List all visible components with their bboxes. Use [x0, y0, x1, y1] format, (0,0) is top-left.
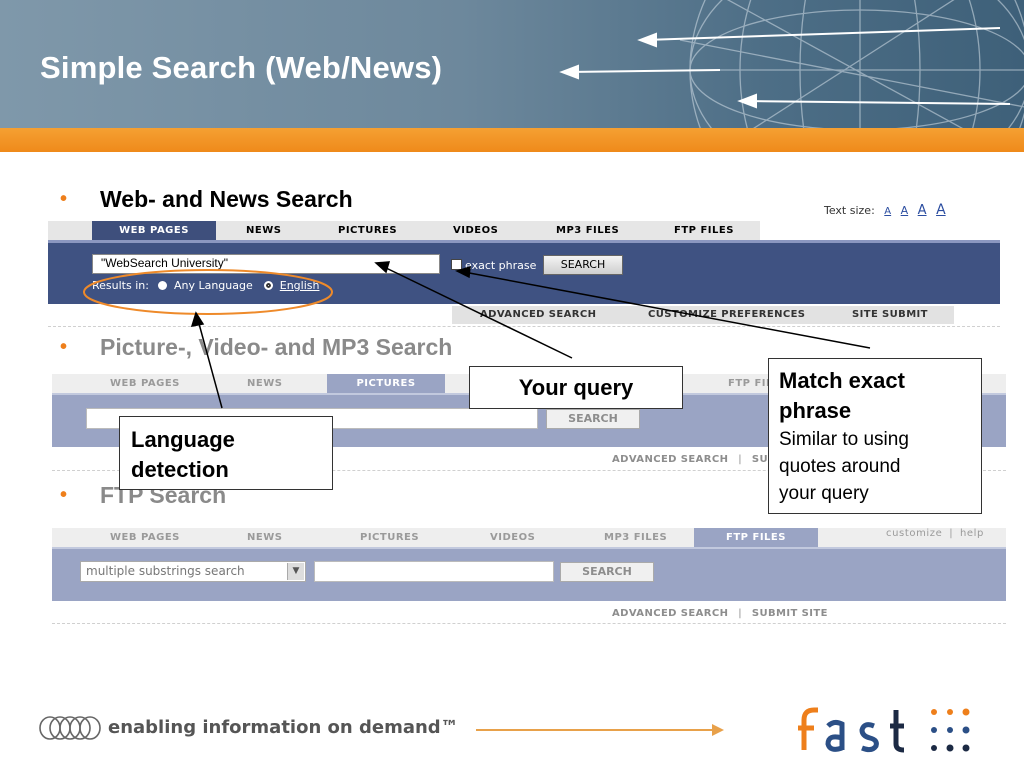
tab-mp3-files[interactable]: MP3 FILES — [604, 528, 667, 547]
callout-language-line1: Language — [131, 427, 235, 452]
panel1-tabs: WEB PAGES NEWS PICTURES VIDEOS MP3 FILES… — [48, 221, 1000, 240]
callout-match-exact-phrase: Match exact phrase Similar to using quot… — [768, 358, 982, 514]
select-value: multiple substrings search — [86, 564, 245, 578]
text-size-xs[interactable]: A — [884, 206, 891, 217]
footer-arrow-line — [476, 729, 716, 731]
search-type-select[interactable]: multiple substrings search ▼ — [80, 561, 306, 582]
panel3-top-links: customize | help — [886, 528, 984, 539]
search-input[interactable] — [314, 561, 554, 582]
panel2-links: ADVANCED SEARCH | SUBM — [612, 454, 786, 465]
bullet-dot: • — [60, 336, 68, 358]
any-language-label[interactable]: Any Language — [174, 279, 253, 292]
callout-your-query: Your query — [469, 366, 683, 409]
link-separator: | — [738, 454, 743, 465]
exact-phrase-label: exact phrase — [465, 259, 537, 272]
text-size-m[interactable]: A — [918, 203, 927, 218]
callout-language-line2: detection — [131, 457, 229, 482]
panel3-links: ADVANCED SEARCH | SUBMIT SITE — [612, 608, 828, 619]
tab-videos[interactable]: VIDEOS — [490, 528, 535, 547]
callout-your-query-text: Your query — [518, 375, 634, 400]
search-button[interactable]: SEARCH — [560, 562, 654, 582]
bullet-text: Picture-, Video- and MP3 Search — [100, 334, 453, 360]
submit-site-link[interactable]: SUBMIT SITE — [752, 608, 828, 619]
search-button[interactable]: SEARCH — [546, 409, 640, 429]
footer-arrow-icon — [712, 724, 724, 736]
tab-pictures[interactable]: PICTURES — [360, 528, 419, 547]
text-size-control: Text size: A A A A — [824, 202, 946, 218]
help-link[interactable]: help — [960, 528, 984, 539]
panel1-links: ADVANCED SEARCH CUSTOMIZE PREFERENCES SI… — [452, 306, 954, 324]
bullet-dot: • — [60, 484, 68, 506]
tab-pictures[interactable]: PICTURES — [338, 221, 397, 240]
callout-match-title2: phrase — [779, 398, 852, 423]
divider — [48, 326, 1000, 327]
english-label[interactable]: English — [280, 279, 320, 292]
exact-phrase-checkbox[interactable] — [451, 259, 462, 270]
bullet-dot: • — [60, 188, 68, 210]
tab-news[interactable]: NEWS — [247, 528, 282, 547]
callout-match-sub2: quotes around — [779, 456, 901, 477]
customize-preferences-link[interactable]: CUSTOMIZE PREFERENCES — [648, 306, 805, 324]
tab-ftp-files[interactable]: FTP FIL — [728, 374, 773, 393]
callout-language-detection: Language detection — [119, 416, 333, 490]
panel3-tabs: WEB PAGES NEWS PICTURES VIDEOS MP3 FILES… — [52, 528, 1006, 547]
search-button[interactable]: SEARCH — [543, 255, 623, 275]
text-size-l[interactable]: A — [936, 202, 946, 218]
site-submit-link[interactable]: SITE SUBMIT — [852, 306, 928, 324]
callout-match-sub1: Similar to using — [779, 429, 909, 450]
chevron-down-icon: ▼ — [287, 563, 304, 580]
advanced-search-link[interactable]: ADVANCED SEARCH — [480, 306, 596, 324]
results-in-label: Results in: — [92, 279, 149, 292]
search-input[interactable]: "WebSearch University" — [92, 254, 440, 274]
fast-logo-icon — [798, 707, 970, 753]
tab-web-pages[interactable]: WEB PAGES — [110, 374, 180, 393]
tab-web-pages[interactable]: WEB PAGES — [110, 528, 180, 547]
radio-english[interactable] — [264, 281, 274, 290]
tab-news[interactable]: NEWS — [247, 374, 282, 393]
tab-pictures[interactable]: PICTURES — [327, 374, 445, 393]
slide-header: Simple Search (Web/News) — [0, 0, 1024, 128]
results-in-row: Results in: Any Language English — [92, 279, 319, 292]
advanced-search-link[interactable]: ADVANCED SEARCH — [612, 608, 728, 619]
customize-link[interactable]: customize — [886, 528, 942, 539]
tab-filler — [760, 221, 1000, 240]
callout-match-title1: Match exact — [779, 368, 905, 393]
panel1-search-area: "WebSearch University" exact phrase SEAR… — [48, 240, 1000, 304]
link-separator: | — [738, 608, 743, 619]
tab-news[interactable]: NEWS — [246, 221, 281, 240]
bullet-text: Web- and News Search — [100, 186, 353, 212]
tab-web-pages[interactable]: WEB PAGES — [92, 221, 216, 240]
text-size-s[interactable]: A — [901, 204, 909, 217]
panel3-search-area: multiple substrings search ▼ SEARCH — [52, 547, 1006, 601]
footer-tagline: enabling information on demand™ — [108, 717, 459, 738]
divider — [52, 623, 1006, 624]
orange-divider — [0, 128, 1024, 152]
tab-ftp-files[interactable]: FTP FILES — [674, 221, 734, 240]
text-size-label: Text size: — [824, 204, 875, 217]
advanced-search-link[interactable]: ADVANCED SEARCH — [612, 454, 728, 465]
tab-mp3-files[interactable]: MP3 FILES — [556, 221, 619, 240]
radio-any-language[interactable] — [158, 281, 168, 290]
link-separator: | — [949, 528, 954, 539]
rings-logo-icon — [39, 716, 101, 740]
tab-videos[interactable]: VIDEOS — [453, 221, 498, 240]
slide-title: Simple Search (Web/News) — [40, 50, 443, 85]
callout-match-sub3: your query — [779, 483, 869, 504]
tab-ftp-files[interactable]: FTP FILES — [694, 528, 818, 547]
